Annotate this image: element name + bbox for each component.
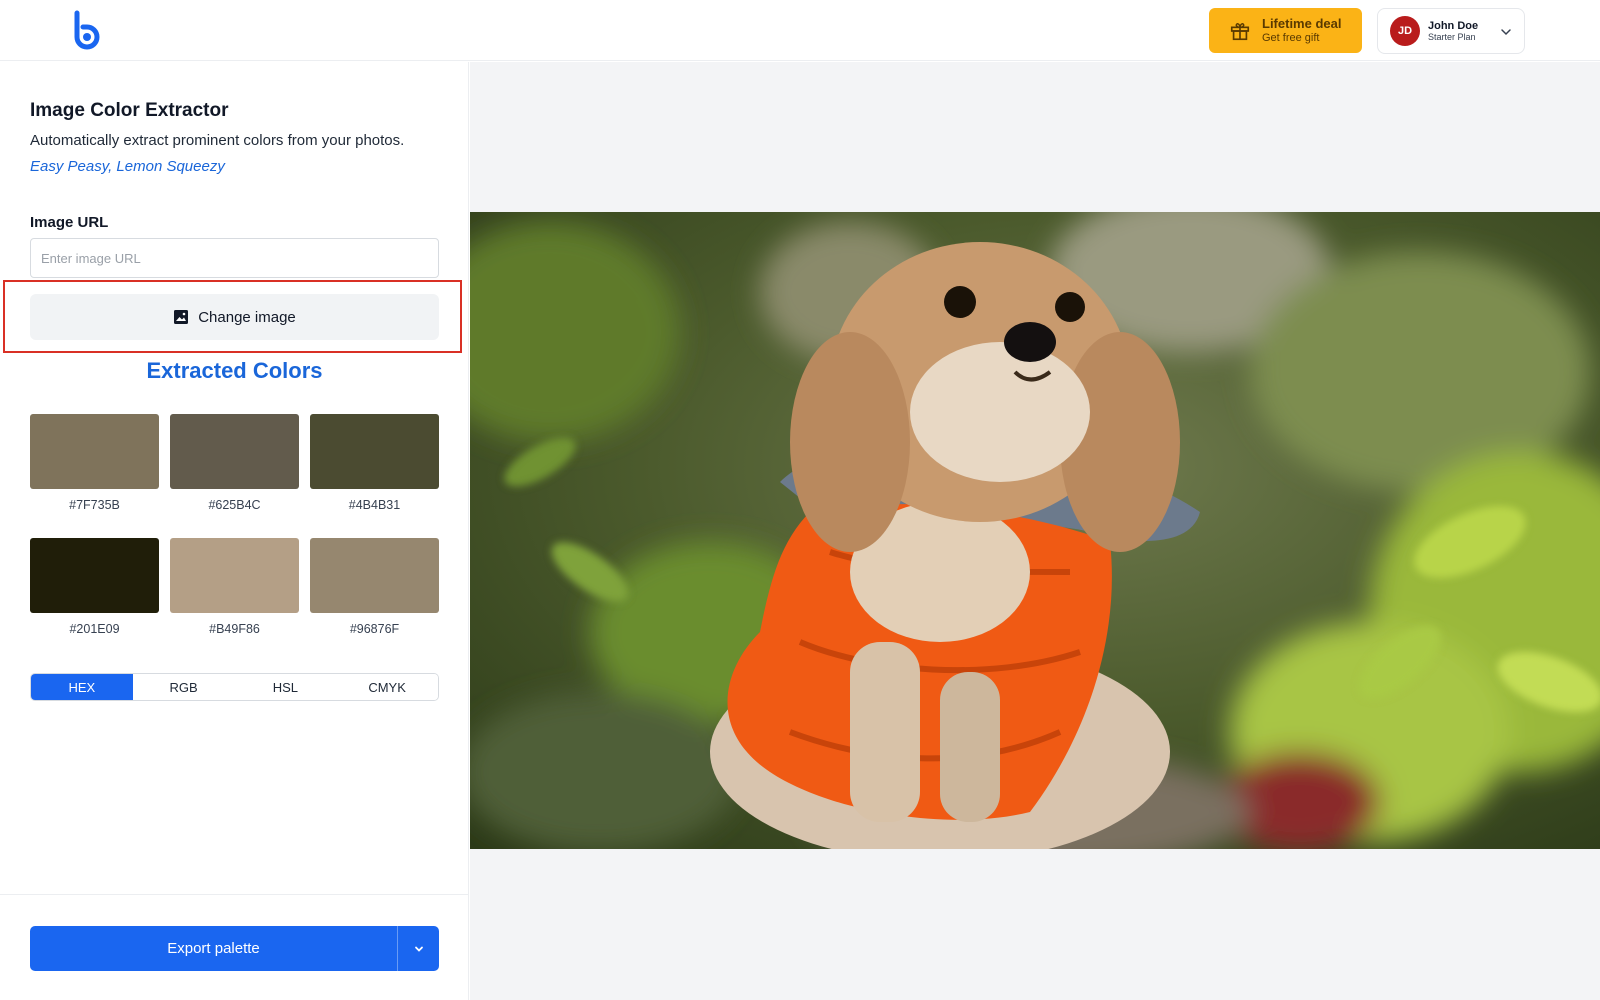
top-bar: Lifetime deal Get free gift JD John Doe … [0, 0, 1600, 61]
image-preview-area [470, 62, 1600, 1000]
color-swatch-label: #B49F86 [209, 622, 260, 636]
export-options-toggle[interactable] [397, 926, 439, 971]
image-url-input[interactable] [30, 238, 439, 278]
user-menu[interactable]: JD John Doe Starter Plan [1377, 8, 1525, 54]
format-tab-hex[interactable]: HEX [31, 674, 133, 700]
color-swatch[interactable] [30, 538, 159, 613]
image-url-label: Image URL [30, 214, 109, 231]
user-plan: Starter Plan [1428, 32, 1476, 43]
color-swatch-label: #4B4B31 [348, 498, 401, 512]
color-swatch-label: #96876F [349, 622, 400, 636]
sidebar: Image Color Extractor Automatically extr… [0, 62, 469, 1000]
color-swatch[interactable] [310, 414, 439, 489]
image-icon [174, 310, 189, 324]
brand-logo-icon[interactable] [72, 10, 108, 50]
export-palette-button[interactable]: Export palette [30, 926, 397, 971]
color-swatch-label: #7F735B [69, 498, 120, 512]
avatar: JD [1390, 16, 1420, 46]
sidebar-divider [0, 894, 469, 895]
change-image-button[interactable]: Change image [30, 294, 439, 340]
color-swatch-label: #201E09 [69, 622, 120, 636]
lifetime-deal-button[interactable]: Lifetime deal Get free gift [1209, 8, 1362, 53]
uploaded-photo [470, 212, 1600, 849]
extracted-colors-title: Extracted Colors [146, 358, 323, 383]
page-description: Automatically extract prominent colors f… [30, 132, 405, 149]
deal-subtitle: Get free gift [1262, 32, 1320, 45]
color-swatch[interactable] [170, 538, 299, 613]
export-palette-split-button: Export palette [30, 926, 439, 971]
color-swatch-label: #625B4C [208, 498, 261, 512]
chevron-down-icon [414, 946, 423, 952]
color-swatch[interactable] [310, 538, 439, 613]
tagline: Easy Peasy, Lemon Squeezy [30, 158, 225, 175]
deal-title: Lifetime deal [1262, 15, 1342, 31]
format-tab-rgb[interactable]: RGB [132, 674, 235, 700]
color-format-toggle: HEX RGB HSL CMYK [30, 673, 439, 701]
format-tab-hsl[interactable]: HSL [234, 674, 337, 700]
color-swatch[interactable] [30, 414, 159, 489]
color-swatch[interactable] [170, 414, 299, 489]
page-title: Image Color Extractor [30, 100, 229, 121]
dog-photo-illustration [470, 212, 1600, 849]
user-name: John Doe [1428, 19, 1479, 32]
gift-icon [1230, 22, 1250, 40]
chevron-down-icon [1501, 29, 1511, 36]
change-image-label: Change image [198, 308, 296, 326]
format-tab-cmyk[interactable]: CMYK [336, 674, 438, 700]
